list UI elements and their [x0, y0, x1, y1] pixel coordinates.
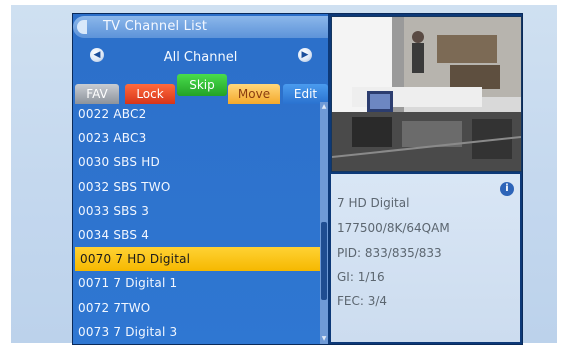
color-key-bar: FAV Lock Skip Move Edit [73, 72, 328, 106]
info-icon: i [500, 182, 514, 196]
channel-info-panel: i 7 HD Digital 177500/8K/64QAM PID: 833/… [331, 174, 520, 342]
scroll-up-icon: ▲ [321, 103, 327, 110]
title-bar: TV Channel List [73, 16, 328, 38]
info-channel-name: 7 HD Digital [337, 196, 410, 210]
channel-list-scrollbar[interactable]: ▲ ▼ [320, 102, 328, 344]
edit-button[interactable]: Edit [283, 84, 328, 104]
channel-row-selected[interactable]: 0070 7 HD Digital [75, 247, 320, 272]
lock-button[interactable]: Lock [125, 84, 175, 104]
channel-row[interactable]: 0071 7 Digital 1 [73, 271, 320, 295]
tv-screen-background: TV Channel List ◀ All Channel ▶ FAV Lock… [0, 0, 567, 347]
channel-group-label: All Channel [163, 50, 238, 65]
move-button[interactable]: Move [228, 84, 280, 104]
tv-screen: TV Channel List ◀ All Channel ▶ FAV Lock… [11, 5, 557, 345]
channel-group-selector[interactable]: ◀ All Channel ▶ [73, 44, 328, 70]
channel-row[interactable]: 0032 SBS TWO [73, 175, 320, 199]
title-tab-icon [77, 20, 87, 34]
skip-button[interactable]: Skip [177, 74, 227, 96]
channel-row[interactable]: 0034 SBS 4 [73, 223, 320, 247]
right-arrow-icon[interactable]: ▶ [298, 48, 312, 62]
channel-row[interactable]: 0072 7TWO [73, 296, 320, 320]
info-tuning: 177500/8K/64QAM [337, 221, 450, 235]
channel-row[interactable]: 0073 7 Digital 3 [73, 320, 320, 344]
channel-list-panel: TV Channel List ◀ All Channel ▶ FAV Lock… [73, 14, 328, 344]
channel-row[interactable]: 0033 SBS 3 [73, 199, 320, 223]
scroll-down-icon: ▼ [321, 335, 327, 342]
info-gi: GI: 1/16 [337, 270, 385, 284]
info-pid: PID: 833/835/833 [337, 246, 442, 260]
scrollbar-thumb[interactable] [321, 222, 327, 300]
osd-frame: TV Channel List ◀ All Channel ▶ FAV Lock… [72, 13, 523, 345]
channel-row[interactable]: 0030 SBS HD [73, 150, 320, 174]
window-title: TV Channel List [103, 19, 208, 34]
channel-list: 0022 ABC2 0023 ABC3 0030 SBS HD 0032 SBS… [73, 102, 320, 344]
info-fec: FEC: 3/4 [337, 294, 388, 308]
fav-button[interactable]: FAV [75, 84, 119, 104]
channel-row[interactable]: 0022 ABC2 [73, 102, 320, 126]
video-preview-image [332, 17, 521, 171]
video-preview [331, 16, 522, 172]
channel-row[interactable]: 0023 ABC3 [73, 126, 320, 150]
